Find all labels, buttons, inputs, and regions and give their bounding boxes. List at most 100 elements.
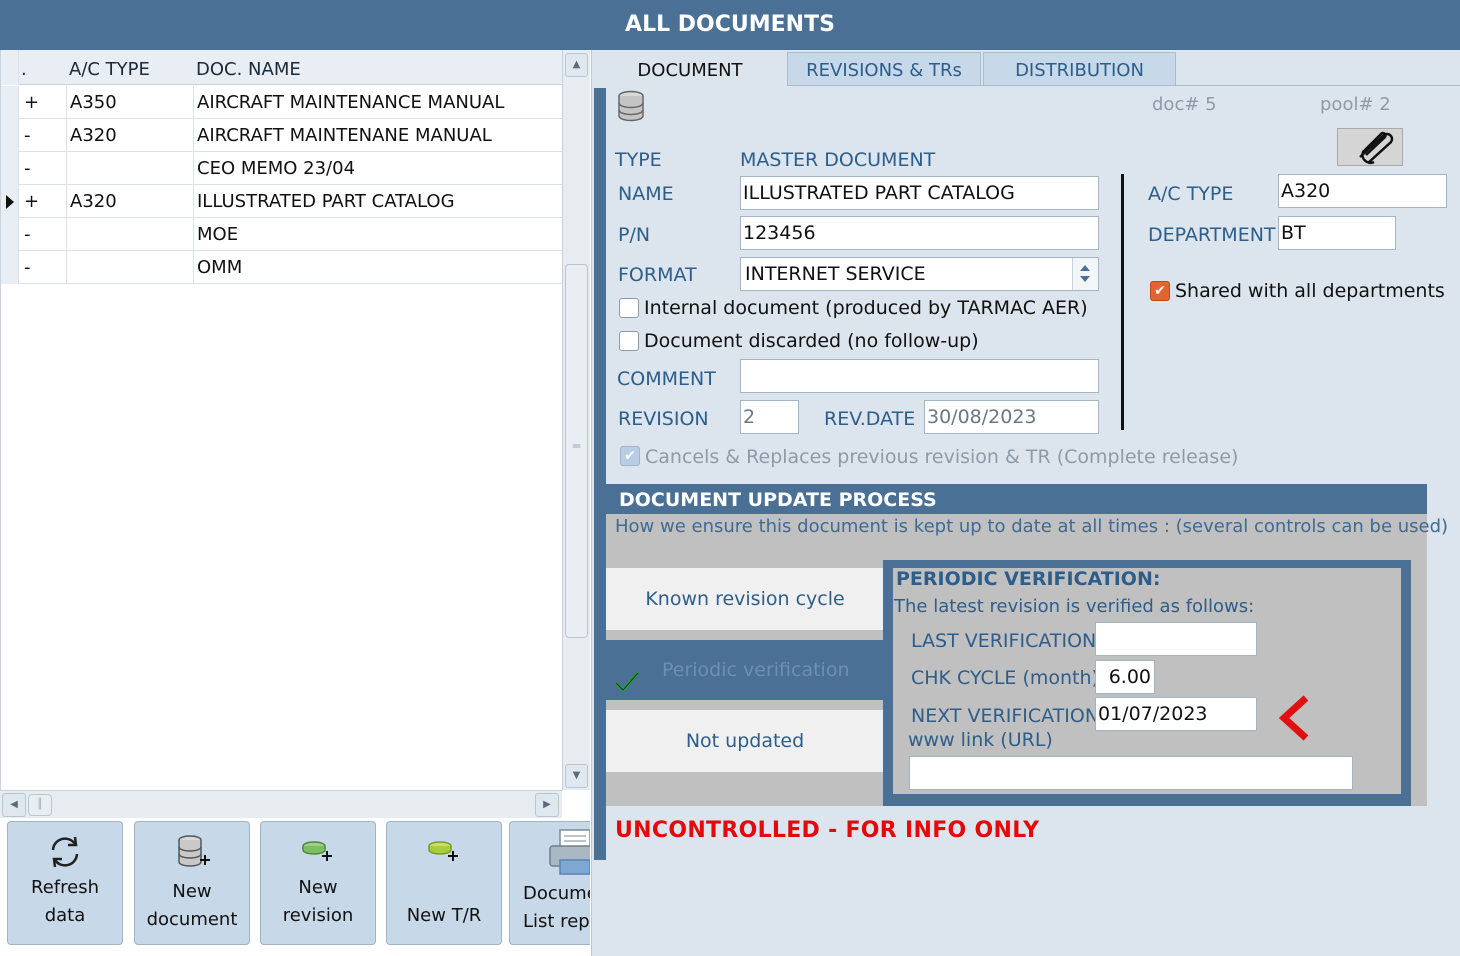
table-row[interactable]: + A350 AIRCRAFT MAINTENANCE MANUAL (1, 86, 563, 119)
format-select-value: INTERNET SERVICE (745, 263, 926, 285)
column-header-doc-name[interactable]: DOC. NAME (194, 50, 563, 85)
new-tr-button[interactable]: New T/R (386, 821, 502, 945)
column-header-sign[interactable]: . (19, 50, 67, 85)
disc-add-icon (261, 832, 375, 872)
update-process-intro: How we ensure this document is kept up t… (615, 516, 1449, 537)
table-row[interactable]: - OMM (1, 251, 563, 284)
grid-header: . A/C TYPE DOC. NAME (1, 50, 563, 85)
table-row[interactable]: - MOE (1, 218, 563, 251)
new-document-label-line1: New (172, 881, 212, 902)
cancels-replaces-label: Cancels & Replaces previous revision & T… (645, 446, 1239, 468)
periodic-verification-option[interactable]: Periodic verification (606, 640, 884, 700)
table-row[interactable]: - CEO MEMO 23/04 (1, 152, 563, 185)
rev-date-label: REV.DATE (824, 408, 916, 430)
documents-grid[interactable]: . A/C TYPE DOC. NAME + A350 AIRCRAFT MAI… (0, 50, 563, 790)
scroll-up-button[interactable]: ▲ (565, 53, 588, 77)
vertical-scrollbar[interactable]: ▲ ═ ▼ (562, 50, 590, 790)
cell-sign: + (19, 86, 67, 119)
check-cycle-field[interactable]: 6.00 (1095, 660, 1155, 694)
tab-strip-divider (788, 85, 1460, 86)
pn-label: P/N (618, 224, 651, 246)
rev-date-field[interactable]: 30/08/2023 (924, 400, 1099, 434)
column-header-ac-type[interactable]: A/C TYPE (67, 50, 194, 85)
tab-revisions[interactable]: REVISIONS & TRs (787, 52, 981, 86)
table-row[interactable]: - A320 AIRCRAFT MAINTENANE MANUAL (1, 119, 563, 152)
cell-ac-type: A320 (67, 119, 194, 152)
horizontal-scroll-thumb[interactable]: ║ (28, 794, 52, 816)
scroll-right-button[interactable]: ▶ (535, 793, 559, 817)
row-header[interactable] (1, 185, 19, 218)
bottom-toolbar: Refresh data New document New revision N… (0, 818, 590, 956)
row-header[interactable] (1, 119, 19, 152)
vertical-scroll-thumb[interactable]: ═ (565, 264, 588, 638)
document-accent-bar (594, 88, 606, 860)
report-label-line1: Docume (523, 883, 590, 904)
new-document-button[interactable]: New document (134, 821, 250, 945)
revision-field[interactable]: 2 (740, 400, 799, 434)
cell-doc-name: AIRCRAFT MAINTENANCE MANUAL (197, 92, 505, 113)
document-detail-panel: DOCUMENT REVISIONS & TRs DISTRIBUTION do… (592, 50, 1460, 956)
last-verification-field[interactable] (1095, 622, 1257, 656)
horizontal-scrollbar[interactable]: ◀ ║ ▶ (0, 790, 562, 818)
cell-doc-name: CEO MEMO 23/04 (197, 158, 356, 179)
row-header[interactable] (1, 152, 19, 185)
cancels-replaces-checkbox[interactable]: ✔ (620, 446, 640, 466)
shared-departments-label: Shared with all departments (1175, 280, 1445, 302)
table-row-selected[interactable]: + A320 ILLUSTRATED PART CATALOG (1, 185, 563, 218)
new-tr-label: New T/R (406, 905, 482, 926)
refresh-icon (8, 832, 122, 872)
update-process-heading: DOCUMENT UPDATE PROCESS (606, 484, 1427, 514)
doc-number: doc# 5 (1152, 94, 1217, 115)
row-header[interactable] (1, 86, 19, 119)
new-revision-button[interactable]: New revision (260, 821, 376, 945)
type-value: MASTER DOCUMENT (740, 149, 936, 171)
tab-document[interactable]: DOCUMENT (594, 52, 786, 88)
refresh-data-button[interactable]: Refresh data (7, 821, 123, 945)
cell-ac-type (67, 218, 194, 251)
cell-sign: - (19, 218, 67, 251)
refresh-data-label: Refresh data (31, 877, 99, 926)
cell-sign: - (19, 251, 67, 284)
not-updated-option[interactable]: Not updated (606, 710, 884, 772)
comment-label: COMMENT (617, 368, 716, 390)
row-header[interactable] (1, 251, 19, 284)
format-select-spinner[interactable] (1072, 258, 1098, 290)
pn-field[interactable]: 123456 (740, 216, 1099, 250)
check-cycle-label: CHK CYCLE (month) (911, 667, 1099, 689)
thumb-grip-icon: ║ (36, 799, 44, 810)
chevron-up-icon (1080, 265, 1090, 271)
row-header[interactable] (1, 218, 19, 251)
paperclip-icon (1338, 129, 1402, 169)
document-discarded-checkbox[interactable] (619, 331, 639, 351)
column-separator (1121, 174, 1124, 430)
current-row-arrow-icon (6, 195, 14, 209)
name-field[interactable]: ILLUSTRATED PART CATALOG (740, 176, 1099, 210)
department-label: DEPARTMENT (1148, 224, 1276, 246)
cell-doc-name: MOE (197, 224, 239, 245)
window-title: ALL DOCUMENTS (0, 0, 1460, 50)
next-verification-field[interactable]: 01/07/2023 (1095, 697, 1257, 731)
cell-sign: - (19, 152, 67, 185)
document-list-report-button[interactable]: Docume List repo (509, 821, 590, 945)
known-revision-cycle-option[interactable]: Known revision cycle (606, 568, 884, 630)
database-icon (616, 90, 646, 126)
internal-document-checkbox[interactable] (619, 298, 639, 318)
report-label-line2: List repo (523, 911, 590, 932)
comment-field[interactable] (740, 359, 1099, 393)
pool-number: pool# 2 (1320, 94, 1391, 115)
department-field[interactable]: BT (1278, 216, 1396, 250)
url-label: www link (URL) (908, 729, 1053, 751)
format-select[interactable]: INTERNET SERVICE (740, 257, 1099, 291)
scroll-left-button[interactable]: ◀ (2, 793, 26, 817)
tab-distribution[interactable]: DISTRIBUTION (983, 52, 1176, 86)
url-field[interactable] (909, 756, 1353, 790)
ac-type-field[interactable]: A320 (1278, 174, 1447, 208)
shared-departments-checkbox[interactable]: ✔ (1150, 281, 1170, 301)
check-mark-icon: ✔ (624, 448, 636, 464)
last-verification-label: LAST VERIFICATION (911, 630, 1097, 652)
attachment-button[interactable] (1337, 128, 1403, 166)
scroll-down-button[interactable]: ▼ (565, 764, 588, 788)
name-label: NAME (618, 183, 674, 205)
thumb-grip-icon: ═ (572, 439, 581, 453)
cell-ac-type: A350 (67, 86, 194, 119)
